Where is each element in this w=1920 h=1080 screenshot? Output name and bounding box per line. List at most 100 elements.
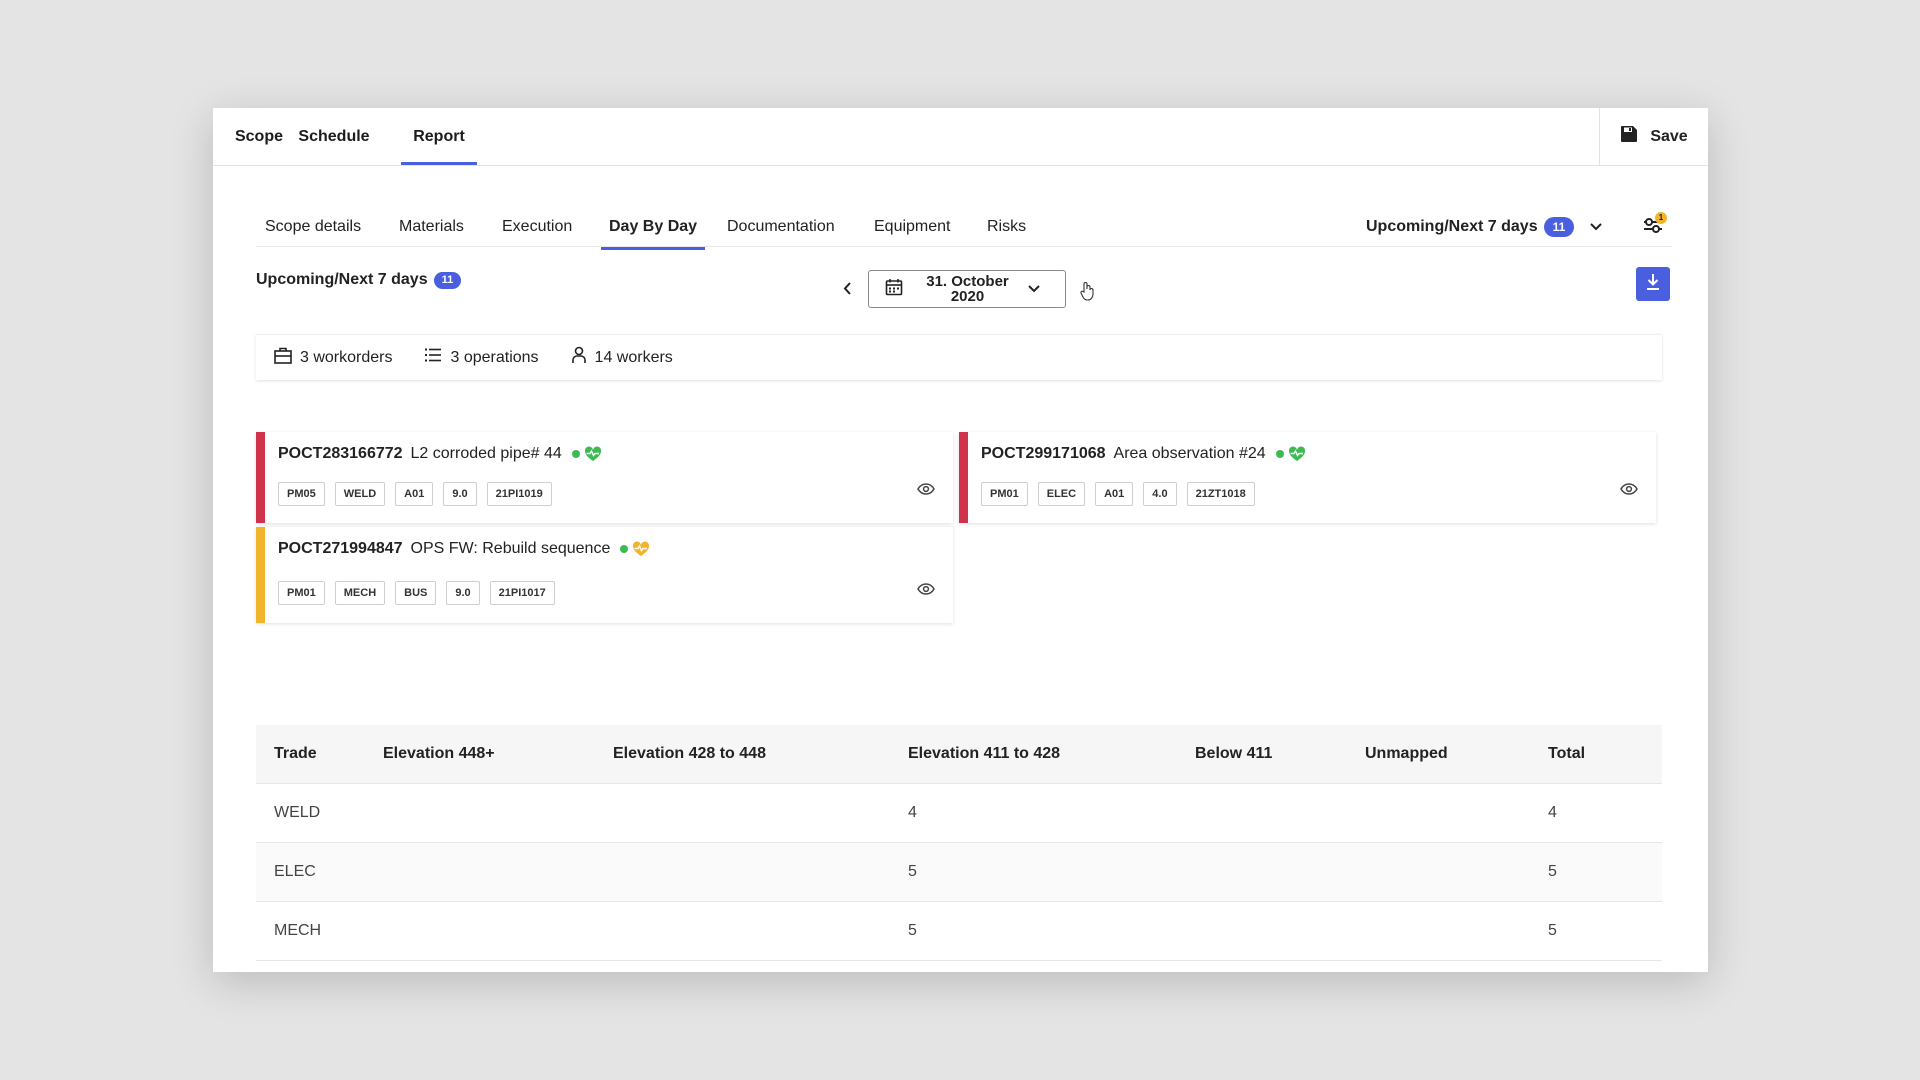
tag: 9.0 — [446, 581, 480, 605]
save-label: Save — [1650, 127, 1688, 145]
table-cell — [1195, 842, 1365, 902]
eye-icon[interactable] — [1620, 482, 1638, 500]
briefcase-icon — [274, 347, 292, 369]
tab-scope-details[interactable]: Scope details — [265, 206, 361, 248]
date-picker[interactable]: 31. October 2020 — [868, 270, 1066, 308]
selected-date-day-month: 31. October — [926, 273, 1009, 290]
table-cell — [1195, 783, 1365, 843]
heart-pulse-icon — [1288, 446, 1306, 462]
operations-count: 3 operations — [450, 348, 539, 366]
table-row: WELD 4 4 — [256, 783, 1662, 843]
table-row: ELEC 5 5 — [256, 842, 1662, 902]
table-cell: MECH — [256, 901, 383, 961]
tab-schedule[interactable]: Schedule — [297, 108, 371, 165]
column-header-below-411[interactable]: Below 411 — [1195, 725, 1365, 784]
filter-notification-badge: 1 — [1655, 212, 1667, 224]
workers-count: 14 workers — [594, 348, 673, 366]
tag: 4.0 — [1143, 482, 1177, 506]
tag: MECH — [334, 581, 386, 605]
eye-icon[interactable] — [917, 582, 935, 600]
tag: PM01 — [278, 581, 325, 605]
period-filter-count-badge: 11 — [1543, 217, 1575, 237]
tag: WELD — [334, 482, 386, 506]
workorders-count: 3 workorders — [300, 348, 393, 366]
period-filter-dropdown[interactable]: Upcoming/Next 7 days 11 — [1366, 206, 1603, 248]
save-icon — [1620, 125, 1638, 148]
table-cell — [1365, 783, 1548, 843]
column-header-elevation-428-448[interactable]: Elevation 428 to 448 — [613, 725, 908, 784]
workorder-tags: PM01 ELEC A01 4.0 21ZT1018 — [981, 482, 1255, 506]
tag: 21PI1017 — [489, 581, 555, 605]
tag: A01 — [1095, 482, 1134, 506]
workorder-header: POCT283166772 L2 corroded pipe# 44 — [278, 445, 602, 463]
tab-equipment[interactable]: Equipment — [874, 206, 951, 248]
period-heading: Upcoming/Next 7 days 11 — [256, 271, 462, 289]
save-button[interactable]: Save — [1599, 108, 1708, 165]
table-cell: 5 — [1548, 842, 1662, 902]
period-heading-label: Upcoming/Next 7 days — [256, 271, 428, 288]
table-cell — [383, 901, 613, 961]
column-header-elevation-448-plus[interactable]: Elevation 448+ — [383, 725, 613, 784]
tag: BUS — [395, 581, 437, 605]
table-cell — [613, 842, 908, 902]
workorder-card[interactable]: POCT299171068 Area observation #24 PM01 … — [959, 432, 1656, 523]
table-cell — [613, 901, 908, 961]
table-cell — [383, 842, 613, 902]
table-cell: WELD — [256, 783, 383, 843]
tab-scope[interactable]: Scope — [233, 108, 285, 165]
download-button[interactable] — [1636, 267, 1670, 301]
status-dot — [1275, 450, 1284, 458]
workorder-header: POCT271994847 OPS FW: Rebuild sequence — [278, 540, 650, 558]
table-cell — [383, 783, 613, 843]
workorder-title: OPS FW: Rebuild sequence — [410, 540, 611, 557]
workers-stat: 14 workers — [571, 346, 673, 369]
chevron-down-icon — [1028, 280, 1040, 298]
status-dot — [620, 545, 629, 553]
trades-table: Trade Elevation 448+ Elevation 428 to 44… — [256, 725, 1662, 961]
table-header-row: Trade Elevation 448+ Elevation 428 to 44… — [256, 725, 1662, 784]
table-cell: 5 — [908, 901, 1195, 961]
app-window: Scope Schedule Report Save Scope details… — [213, 108, 1708, 972]
status-dot — [571, 450, 580, 458]
column-header-elevation-411-428[interactable]: Elevation 411 to 428 — [908, 725, 1195, 784]
period-heading-count-badge: 11 — [433, 271, 462, 289]
workorder-title: Area observation #24 — [1113, 445, 1266, 462]
workorder-id: POCT271994847 — [278, 540, 403, 557]
column-header-unmapped[interactable]: Unmapped — [1365, 725, 1548, 784]
download-icon — [1645, 273, 1661, 296]
tab-materials[interactable]: Materials — [399, 206, 464, 248]
tab-report[interactable]: Report — [401, 108, 477, 165]
selected-date: 31. October 2020 — [915, 274, 1020, 304]
tag: PM01 — [981, 482, 1028, 506]
previous-day-button[interactable] — [835, 279, 859, 303]
tab-day-by-day[interactable]: Day By Day — [600, 206, 706, 250]
priority-bar — [256, 527, 265, 623]
column-header-total[interactable]: Total — [1548, 725, 1662, 784]
chevron-down-icon — [1590, 223, 1603, 231]
workorders-stat: 3 workorders — [274, 347, 392, 369]
eye-icon[interactable] — [917, 482, 935, 500]
heart-pulse-icon — [632, 541, 650, 557]
tab-execution[interactable]: Execution — [502, 206, 572, 248]
tag: 21ZT1018 — [1186, 482, 1255, 506]
workorder-id: POCT299171068 — [981, 445, 1106, 462]
workorder-card[interactable]: POCT271994847 OPS FW: Rebuild sequence P… — [256, 527, 953, 623]
table-cell — [1365, 842, 1548, 902]
tag: 21PI1019 — [486, 482, 552, 506]
workorder-tags: PM01 MECH BUS 9.0 21PI1017 — [278, 581, 555, 605]
priority-bar — [256, 432, 265, 523]
tag: 9.0 — [443, 482, 477, 506]
tab-risks[interactable]: Risks — [987, 206, 1026, 248]
operations-stat: 3 operations — [424, 347, 539, 368]
person-icon — [571, 346, 587, 369]
tab-documentation[interactable]: Documentation — [727, 206, 835, 248]
filter-settings-button[interactable]: 1 — [1635, 206, 1671, 248]
tag: ELEC — [1037, 482, 1086, 506]
workorder-card[interactable]: POCT283166772 L2 corroded pipe# 44 PM05 … — [256, 432, 953, 523]
table-cell: 4 — [908, 783, 1195, 843]
period-filter-label: Upcoming/Next 7 days — [1366, 218, 1538, 235]
hand-cursor-icon — [1079, 281, 1095, 306]
column-header-trade[interactable]: Trade — [256, 725, 383, 784]
top-navigation: Scope Schedule Report Save — [213, 108, 1708, 166]
calendar-icon — [885, 278, 903, 301]
